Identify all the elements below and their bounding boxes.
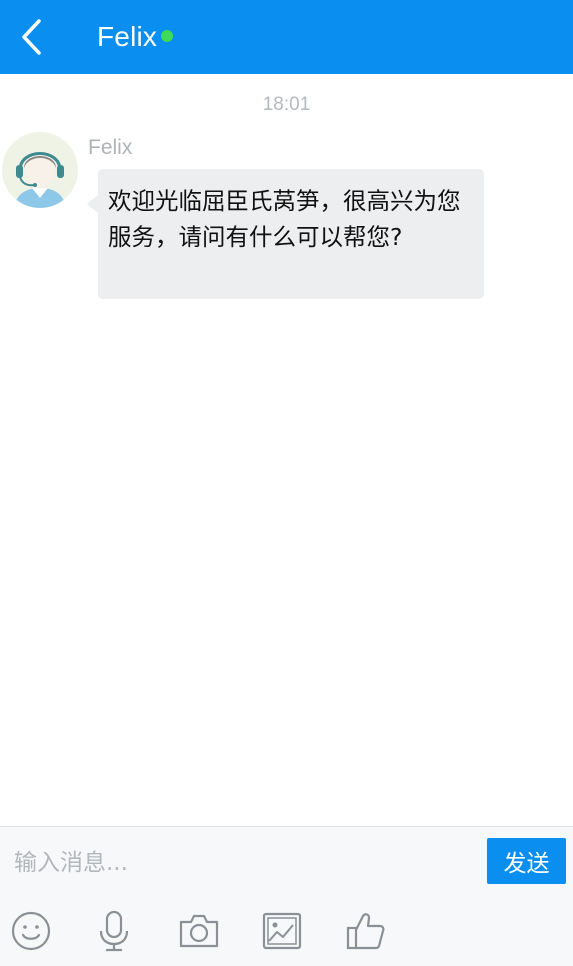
message-list[interactable]: 18:01 Felix 欢迎光临屈臣氏莴笋，很高兴为您服务，请问有什么可以帮您? [0, 74, 573, 826]
sender-name: Felix [88, 136, 133, 159]
header-title-group: Felix [97, 0, 174, 74]
back-button[interactable] [10, 12, 54, 62]
camera-button[interactable] [175, 907, 223, 955]
chevron-left-icon [22, 19, 41, 55]
composer-bar: 发送 [0, 826, 573, 966]
agent-avatar[interactable] [2, 132, 78, 208]
camera-icon [179, 914, 219, 948]
voice-button[interactable] [90, 907, 138, 955]
message-bubble[interactable]: 欢迎光临屈臣氏莴笋，很高兴为您服务，请问有什么可以帮您? [98, 169, 484, 299]
emoji-icon [11, 911, 51, 951]
message-timestamp: 18:01 [262, 94, 311, 115]
emoji-button[interactable] [7, 907, 55, 955]
message-input[interactable] [0, 837, 480, 889]
chat-screen: Felix 18:01 Felix 欢迎光临屈臣氏莴笋，很高兴为您服务，请问有什… [0, 0, 573, 966]
microphone-icon [99, 910, 129, 952]
send-button[interactable]: 发送 [487, 838, 566, 884]
thumbs-up-icon [346, 913, 385, 950]
image-button[interactable] [258, 907, 306, 955]
image-icon [262, 912, 302, 950]
headset-agent-avatar-icon [2, 132, 78, 208]
page-title: Felix [97, 21, 158, 52]
header-bar: Felix [0, 0, 573, 74]
like-button[interactable] [342, 907, 390, 955]
online-status-dot [161, 30, 174, 42]
